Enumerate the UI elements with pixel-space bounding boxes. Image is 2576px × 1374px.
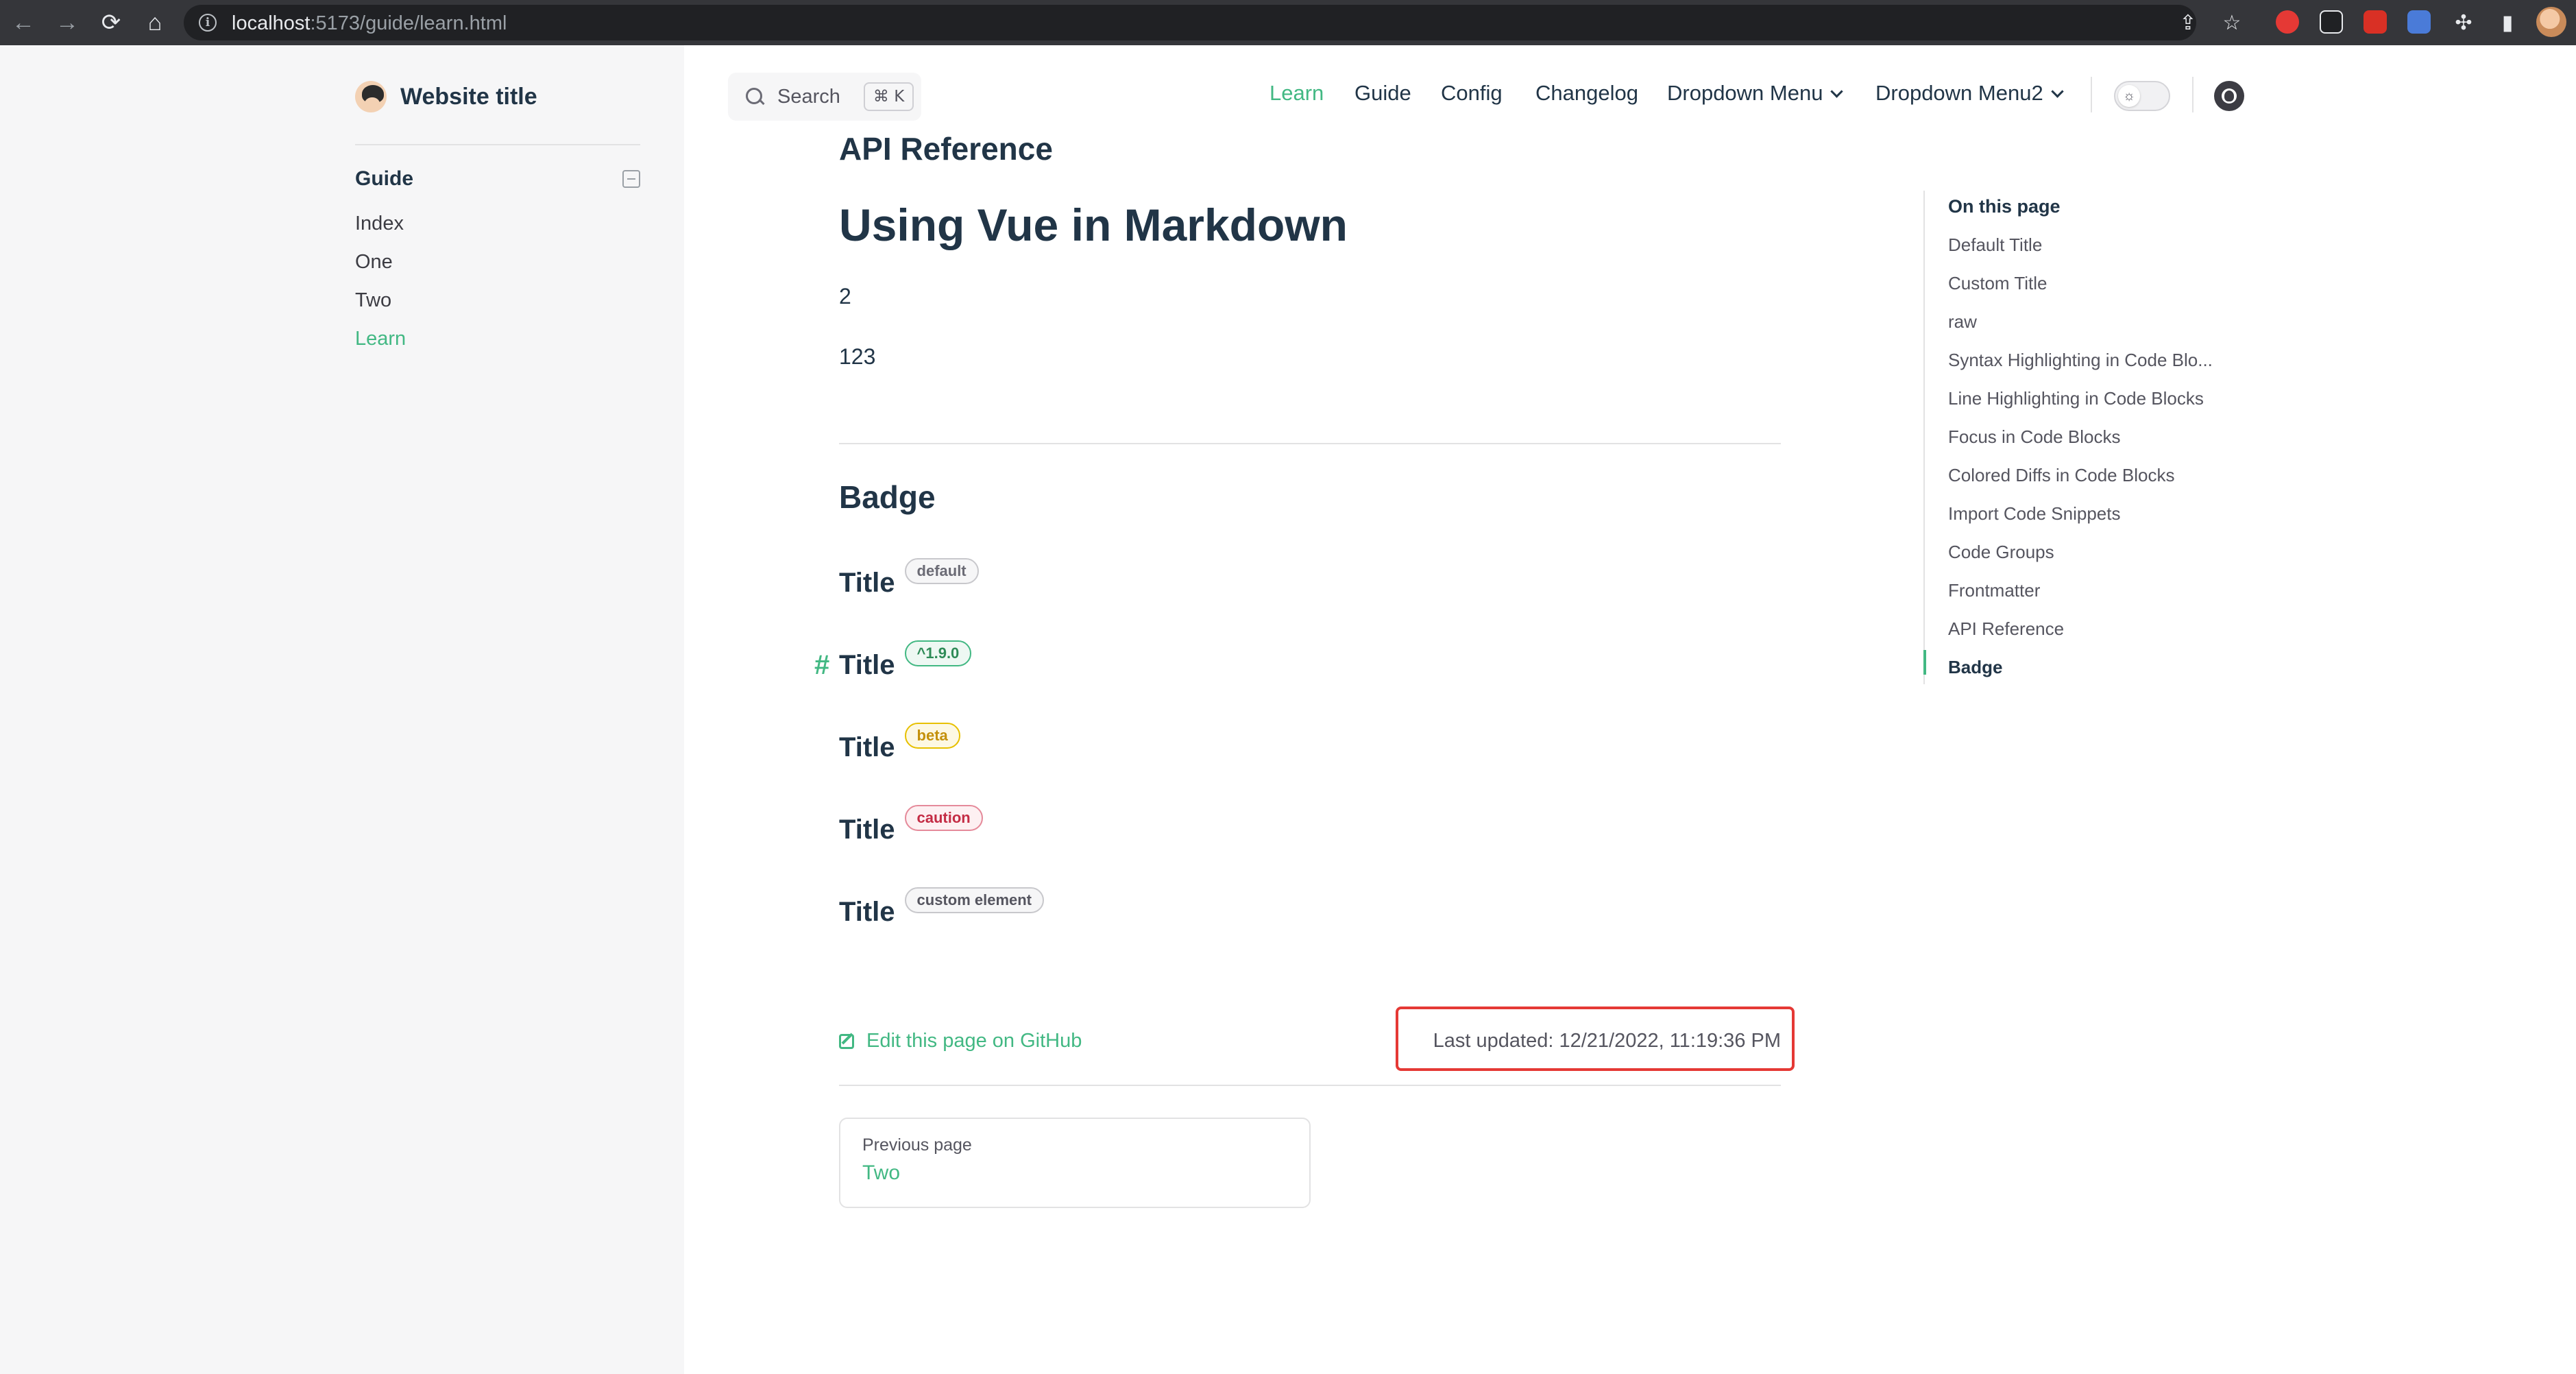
nav-dropdown-menu[interactable]: Dropdown Menu — [1667, 81, 1844, 106]
badge-tip: ^1.9.0 — [904, 640, 972, 666]
outline-item-active[interactable]: Badge — [1948, 657, 2243, 678]
footer-divider — [839, 1085, 1781, 1086]
outline-item[interactable]: Colored Diffs in Code Blocks — [1948, 465, 2243, 486]
home-icon[interactable]: ⌂ — [138, 6, 171, 39]
edit-on-github-link[interactable]: Edit this page on GitHub — [839, 1030, 1082, 1052]
outline-title: On this page — [1948, 196, 2061, 217]
previous-page-desc: Previous page — [862, 1135, 972, 1155]
badge-row: # Title ^1.9.0 — [814, 638, 972, 680]
badge-row: Title default — [839, 555, 979, 598]
github-icon[interactable] — [2214, 81, 2244, 111]
nav-changelog[interactable]: Changelog — [1535, 81, 1638, 106]
share-icon[interactable]: ⇪ — [2174, 9, 2202, 36]
outline-item[interactable]: Frontmatter — [1948, 580, 2243, 601]
edit-icon — [839, 1033, 854, 1049]
extension-icon-red[interactable] — [2276, 10, 2299, 34]
badge-row: Title custom element — [839, 884, 1045, 927]
sidepanel-icon[interactable]: ▮ — [2494, 9, 2521, 36]
back-arrow-icon[interactable]: ← — [7, 6, 40, 39]
chevron-down-icon — [2051, 85, 2064, 98]
extension-icon-pdf[interactable] — [2364, 10, 2387, 34]
nav-divider — [2192, 77, 2194, 112]
outline-item[interactable]: raw — [1948, 311, 2243, 333]
badge-row-title: Title — [839, 568, 895, 598]
badge-danger: caution — [904, 805, 983, 831]
outline-item[interactable]: Syntax Highlighting in Code Blo... — [1948, 350, 2243, 371]
github-icon-mark — [2224, 91, 2234, 101]
address-bar[interactable]: i localhost:5173/guide/learn.html — [184, 5, 2196, 40]
previous-page-title: Two — [862, 1161, 901, 1184]
outline-item[interactable]: Line Highlighting in Code Blocks — [1948, 388, 2243, 409]
sidebar-item-index[interactable]: Index — [355, 210, 640, 248]
star-icon[interactable]: ☆ — [2218, 9, 2246, 36]
url-path: :5173/guide/learn.html — [310, 12, 507, 34]
outline-item[interactable]: Code Groups — [1948, 542, 2243, 563]
outline-item[interactable]: Focus in Code Blocks — [1948, 426, 2243, 448]
address-url[interactable]: localhost:5173/guide/learn.html — [232, 12, 507, 35]
info-icon[interactable]: i — [199, 14, 217, 32]
badge-custom-element: custom element — [904, 887, 1045, 913]
badge-row: Title caution — [839, 802, 983, 845]
outline-item[interactable]: Import Code Snippets — [1948, 503, 2243, 525]
badge-row: Title beta — [839, 720, 960, 762]
outline-track — [1923, 191, 1925, 684]
sidebar-divider — [355, 144, 640, 145]
nav-dropdown-menu2[interactable]: Dropdown Menu2 — [1875, 81, 2064, 106]
badge-row-title: Title — [839, 897, 895, 927]
appearance-toggle[interactable]: ☼ — [2114, 81, 2170, 111]
outline-item[interactable]: API Reference — [1948, 618, 2243, 640]
paragraph: 2 — [839, 284, 851, 309]
puzzle-icon[interactable]: ✣ — [2450, 9, 2477, 36]
badge-row-title: Title — [839, 815, 895, 845]
badge-warning: beta — [904, 723, 960, 749]
nav-guide[interactable]: Guide — [1354, 81, 1411, 106]
api-reference-heading: API Reference — [839, 131, 1053, 167]
nav-dropdown-menu2-label: Dropdown Menu2 — [1875, 81, 2043, 105]
last-updated: Last updated: 12/21/2022, 11:19:36 PM — [1433, 1030, 1781, 1052]
forward-arrow-icon[interactable]: → — [51, 6, 84, 39]
chevron-down-icon — [1830, 85, 1844, 98]
previous-page-link[interactable]: Previous page Two — [839, 1118, 1311, 1208]
extension-icon-translate[interactable] — [2407, 10, 2431, 34]
sidebar-group-guide: Guide Index One Two Learn — [355, 167, 640, 363]
badge-row-title: Title — [839, 732, 895, 762]
badge-default: default — [904, 558, 979, 584]
outline-active-marker — [1923, 650, 1926, 675]
top-nav: Learn Guide Config Changelog Dropdown Me… — [0, 81, 2576, 111]
url-host: localhost — [232, 12, 311, 34]
profile-avatar[interactable] — [2536, 7, 2566, 37]
section-divider — [839, 443, 1781, 444]
nav-config[interactable]: Config — [1441, 81, 1503, 106]
badge-heading: Badge — [839, 479, 936, 515]
sun-icon: ☼ — [2118, 85, 2140, 107]
edit-link-label: Edit this page on GitHub — [866, 1030, 1082, 1052]
collapse-icon[interactable] — [622, 170, 640, 188]
sidebar-item-learn[interactable]: Learn — [355, 325, 640, 363]
extension-icon-on[interactable] — [2320, 10, 2343, 34]
sidebar-item-two[interactable]: Two — [355, 287, 640, 325]
sidebar-group-header[interactable]: Guide — [355, 167, 640, 195]
badge-row-title: Title — [839, 650, 895, 680]
nav-divider — [2091, 77, 2092, 112]
outline-item[interactable]: Custom Title — [1948, 273, 2243, 294]
page-title: Using Vue in Markdown — [839, 200, 1348, 250]
nav-learn[interactable]: Learn — [1269, 81, 1324, 106]
browser-toolbar: ← → ⟳ ⌂ i localhost:5173/guide/learn.htm… — [0, 0, 2576, 45]
nav-dropdown-menu-label: Dropdown Menu — [1667, 81, 1823, 105]
reload-icon[interactable]: ⟳ — [95, 6, 127, 39]
paragraph: 123 — [839, 344, 876, 369]
sidebar-group-title: Guide — [355, 167, 414, 190]
outline-item[interactable]: Default Title — [1948, 234, 2243, 256]
sidebar-item-one[interactable]: One — [355, 248, 640, 287]
header-anchor[interactable]: # — [814, 650, 829, 681]
